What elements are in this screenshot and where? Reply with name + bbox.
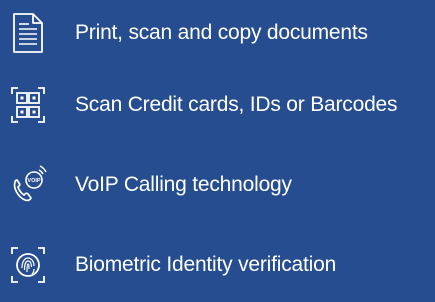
fingerprint-scan-icon xyxy=(10,244,46,286)
feature-item-biometric: Biometric Identity verification xyxy=(0,240,435,290)
voip-badge-text: VOIP xyxy=(27,178,40,184)
feature-label: Scan Credit cards, IDs or Barcodes xyxy=(75,93,398,116)
qr-scan-icon xyxy=(10,84,46,126)
feature-label: Biometric Identity verification xyxy=(75,253,337,276)
feature-label: Print, scan and copy documents xyxy=(75,21,368,44)
feature-list: Print, scan and copy documents Scan Cred… xyxy=(0,0,435,302)
feature-item-scan-cards: Scan Credit cards, IDs or Barcodes xyxy=(0,80,435,130)
feature-label: VoIP Calling technology xyxy=(75,173,292,196)
feature-item-print-scan-copy: Print, scan and copy documents xyxy=(0,8,435,58)
feature-item-voip: VOIP VoIP Calling technology xyxy=(0,160,435,210)
voip-phone-icon: VOIP xyxy=(10,164,47,206)
document-icon xyxy=(10,12,46,54)
